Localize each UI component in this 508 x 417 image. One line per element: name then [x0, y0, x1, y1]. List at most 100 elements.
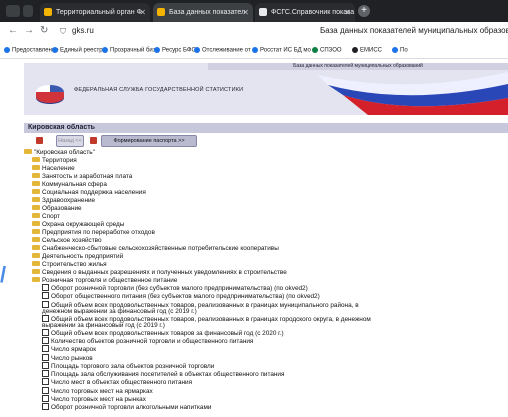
tree-folder[interactable]: Деятельность предприятий — [32, 252, 123, 261]
folder-icon — [32, 252, 40, 258]
checkbox[interactable] — [42, 378, 49, 386]
tree-folder[interactable]: Предприятия по переработке отходов — [32, 228, 155, 237]
folder-icon — [32, 164, 40, 170]
tab-label: ФСГС.Справочник показа — [271, 9, 355, 16]
indicator-item[interactable]: Число рынков — [42, 353, 93, 363]
folder-icon — [32, 172, 40, 178]
bookmark-item[interactable]: СПЗОО — [312, 47, 342, 54]
tree-label: Территория — [42, 157, 77, 164]
tree-folder[interactable]: Образование — [32, 204, 82, 213]
checkbox[interactable] — [42, 328, 49, 336]
forward-arrow-icon[interactable]: → — [24, 25, 34, 36]
folder-icon — [32, 156, 40, 162]
new-tab-plus-icon[interactable]: + — [358, 5, 370, 17]
tree-label: Коммунальная сфера — [42, 181, 107, 188]
checkbox[interactable] — [42, 353, 49, 361]
bookmark-item[interactable]: ЕМИСС — [352, 47, 382, 54]
checkbox[interactable] — [42, 345, 49, 353]
tab-search-icon[interactable] — [23, 5, 33, 17]
tree-folder[interactable]: Социальная поддержка населения — [32, 188, 146, 197]
tree-label: Количество объектов розничной торговли и… — [51, 338, 254, 346]
tree-label: Охрана окружающей среды — [42, 221, 125, 228]
tree-folder[interactable]: Здравоохранение — [32, 196, 95, 205]
folder-icon — [32, 196, 40, 202]
checkbox[interactable] — [42, 300, 49, 308]
tree-folder[interactable]: Территория — [32, 156, 77, 165]
tree-label: Образование — [42, 205, 82, 212]
bookmark-item[interactable]: Отслеживание от — [194, 47, 251, 54]
checkbox[interactable] — [42, 395, 49, 402]
bookmark-favicon-icon — [352, 47, 358, 53]
checkbox[interactable] — [42, 386, 49, 394]
tree-folder[interactable]: Занятость и заработная плата — [32, 172, 132, 181]
checkbox[interactable] — [42, 336, 49, 344]
bookmark-item[interactable]: Предоставление — [4, 47, 59, 54]
address-bar: ← → ↻ ⛉ gks.ru База данных показателей м… — [0, 22, 508, 45]
tree-folder[interactable]: Коммунальная сфера — [32, 180, 107, 189]
bookmark-item[interactable]: Прозрачный бизн — [102, 47, 159, 54]
bookmark-label: Ресурс БФО — [162, 47, 197, 54]
tab-fsgs-reference[interactable]: ФСГС.Справочник показа ✕ — [255, 3, 355, 22]
tab-database[interactable]: База данных показател ✕ — [153, 3, 253, 22]
back-icon — [36, 137, 43, 144]
url-field[interactable]: gks.ru — [72, 26, 94, 35]
tree-folder[interactable]: Строительство жилья — [32, 260, 107, 269]
indicator-item[interactable]: Общий объем всех продовольственных товар… — [42, 300, 372, 316]
reload-icon[interactable]: ↻ — [40, 25, 48, 36]
bookmark-item[interactable]: Росстат ИС БД мо — [252, 47, 311, 54]
tab-territorial-organ[interactable]: Территориальный орган Ф ✕ — [40, 3, 150, 22]
indicator-item[interactable]: Оборот общественного питания (без субъек… — [42, 292, 320, 301]
site-info-icon[interactable]: ⛉ — [60, 27, 66, 37]
tree-folder[interactable]: Сведения о выданных разрешениях и получе… — [32, 268, 287, 277]
checkbox[interactable] — [42, 361, 49, 369]
checkbox[interactable] — [42, 292, 49, 300]
page-content: База данных показателей муниципальных об… — [0, 59, 508, 417]
folder-icon — [32, 236, 40, 242]
folder-icon — [32, 260, 40, 266]
folder-icon — [32, 268, 40, 274]
tree-label: Число мест в объектах общественного пита… — [51, 379, 193, 387]
bookmark-label: ЕМИСС — [360, 47, 382, 54]
tree-folder[interactable]: Сельское хозяйство — [32, 236, 102, 245]
indicator-item[interactable]: Площадь торгового зала объектов рознично… — [42, 361, 214, 371]
form-passport-button[interactable]: Формирование паспорта >> — [101, 135, 197, 147]
indicator-item[interactable]: Общий объем всех продовольственных товар… — [42, 314, 372, 330]
close-icon[interactable]: ✕ — [344, 3, 351, 22]
header-banner: База данных показателей муниципальных об… — [24, 63, 508, 115]
indicator-item[interactable]: Оборот розничной торговли алкогольными н… — [42, 403, 211, 412]
checkbox[interactable] — [42, 314, 49, 322]
bookmark-item[interactable]: Ресурс БФО — [154, 47, 196, 54]
bookmark-favicon-icon — [194, 47, 200, 53]
indicator-item[interactable]: Количество объектов розничной торговли и… — [42, 336, 254, 346]
bookmark-label: Прозрачный бизн — [110, 47, 159, 54]
tree-folder[interactable]: Спорт — [32, 212, 60, 221]
folder-icon — [32, 276, 40, 282]
bookmark-favicon-icon — [52, 47, 58, 53]
indicator-item[interactable]: Число ярмарок — [42, 345, 96, 354]
indicator-item[interactable]: Площадь зала обслуживания посетителей в … — [42, 370, 284, 379]
checkbox[interactable] — [42, 370, 49, 378]
back-button[interactable]: Назад << — [56, 135, 84, 147]
indicator-item[interactable]: Число торговых мест на ярмарках — [42, 386, 153, 396]
bookmark-item[interactable]: По — [392, 47, 408, 54]
close-icon[interactable]: ✕ — [139, 3, 146, 22]
tab-label: Территориальный орган Ф — [56, 9, 142, 16]
tree-folder[interactable]: Охрана окружающей среды — [32, 220, 125, 229]
back-arrow-icon[interactable]: ← — [8, 25, 18, 36]
bookmark-favicon-icon — [252, 47, 258, 53]
page-title: База данных показателей муниципальных об… — [320, 26, 508, 35]
watermark-glyph: / — [0, 262, 7, 287]
bookmark-item[interactable]: Единый реестр с — [52, 47, 107, 54]
tree-folder[interactable]: Розничная торговля и общественное питани… — [32, 276, 177, 285]
tab-favicon-icon — [157, 8, 165, 16]
indicator-item[interactable]: Общий объем всех продовольственных товар… — [42, 328, 284, 338]
tree-folder[interactable]: Снабженческо-сбытовые сельскохозяйственн… — [32, 244, 279, 253]
close-icon[interactable]: ✕ — [242, 3, 249, 22]
tree-label: Общий объем всех продовольственных товар… — [42, 315, 371, 330]
checkbox[interactable] — [42, 284, 49, 291]
indicator-item[interactable]: Число мест в объектах общественного пита… — [42, 378, 193, 387]
checkbox[interactable] — [42, 403, 49, 411]
tree-folder[interactable]: Население — [32, 164, 75, 173]
tree-folder[interactable]: "Кировская область" — [24, 149, 95, 157]
window-menu-icon[interactable] — [6, 5, 20, 17]
